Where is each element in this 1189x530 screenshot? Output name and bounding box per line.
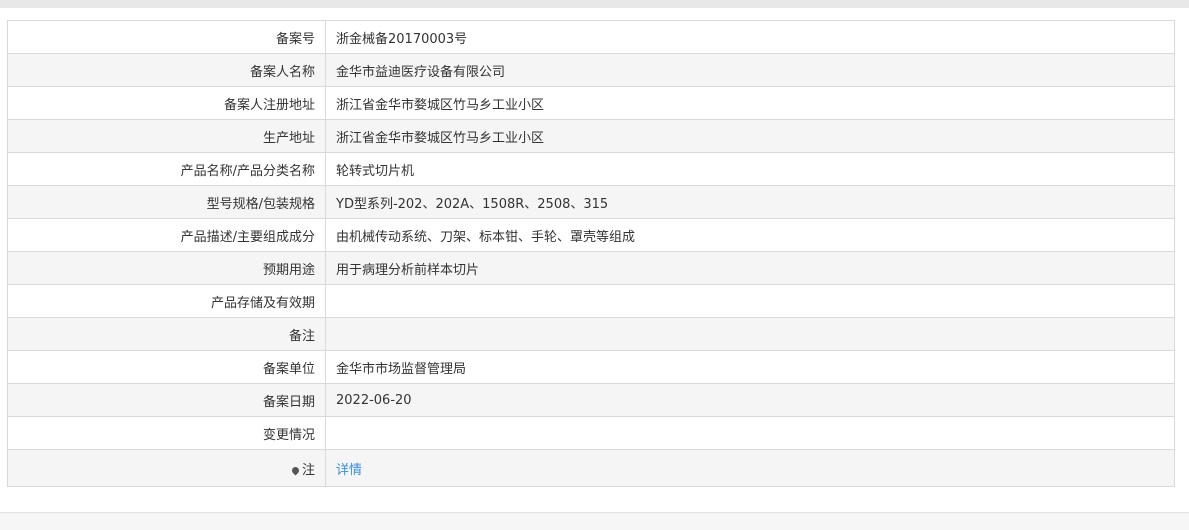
row-label: 产品名称/产品分类名称 xyxy=(7,152,326,186)
row-value: 浙江省金华市婺城区竹马乡工业小区 xyxy=(325,86,1175,120)
table-row: 备案人名称 金华市益迪医疗设备有限公司 xyxy=(7,53,1175,87)
row-value: 2022-06-20 xyxy=(325,383,1175,417)
row-label: 型号规格/包装规格 xyxy=(7,185,326,219)
table-row: 预期用途 用于病理分析前样本切片 xyxy=(7,251,1175,285)
pin-icon xyxy=(290,465,301,475)
table-row: 备案日期 2022-06-20 xyxy=(7,383,1175,417)
row-value: 用于病理分析前样本切片 xyxy=(325,251,1175,285)
row-label: 备注 xyxy=(7,317,326,351)
row-label: 备案号 xyxy=(7,20,326,54)
table-row: 产品名称/产品分类名称 轮转式切片机 xyxy=(7,152,1175,186)
row-label: 预期用途 xyxy=(7,251,326,285)
table-row: 变更情况 xyxy=(7,416,1175,450)
table-row: 备案单位 金华市市场监督管理局 xyxy=(7,350,1175,384)
row-label: 产品描述/主要组成成分 xyxy=(7,218,326,252)
note-label: 注 xyxy=(301,462,315,478)
row-value: YD型系列-202、202A、1508R、2508、315 xyxy=(325,185,1175,219)
row-value: 轮转式切片机 xyxy=(325,152,1175,186)
note-row: 注 详情 xyxy=(7,449,1175,487)
row-value xyxy=(325,317,1175,351)
row-value xyxy=(325,416,1175,450)
row-value: 浙江省金华市婺城区竹马乡工业小区 xyxy=(325,119,1175,153)
row-value: 金华市益迪医疗设备有限公司 xyxy=(325,53,1175,87)
table-row: 产品存储及有效期 xyxy=(7,284,1175,318)
row-label: 备案日期 xyxy=(7,383,326,417)
table-row: 生产地址 浙江省金华市婺城区竹马乡工业小区 xyxy=(7,119,1175,153)
row-label: 备案人注册地址 xyxy=(7,86,326,120)
note-label-cell: 注 xyxy=(7,449,326,487)
record-detail-table: 备案号 浙金械备20170003号 备案人名称 金华市益迪医疗设备有限公司 备案… xyxy=(7,20,1175,487)
table-row: 备案号 浙金械备20170003号 xyxy=(7,20,1175,54)
row-value xyxy=(325,284,1175,318)
row-value: 由机械传动系统、刀架、标本钳、手轮、罩壳等组成 xyxy=(325,218,1175,252)
row-label: 备案单位 xyxy=(7,350,326,384)
row-label: 产品存储及有效期 xyxy=(7,284,326,318)
row-value: 浙金械备20170003号 xyxy=(325,20,1175,54)
details-link[interactable]: 详情 xyxy=(336,463,362,478)
row-label: 备案人名称 xyxy=(7,53,326,87)
table-row: 产品描述/主要组成成分 由机械传动系统、刀架、标本钳、手轮、罩壳等组成 xyxy=(7,218,1175,252)
row-label: 变更情况 xyxy=(7,416,326,450)
row-label: 生产地址 xyxy=(7,119,326,153)
bottom-strip xyxy=(0,512,1189,530)
note-value-cell: 详情 xyxy=(325,449,1175,487)
table-row: 备案人注册地址 浙江省金华市婺城区竹马乡工业小区 xyxy=(7,86,1175,120)
top-strip xyxy=(0,0,1189,8)
table-row: 型号规格/包装规格 YD型系列-202、202A、1508R、2508、315 xyxy=(7,185,1175,219)
row-value: 金华市市场监督管理局 xyxy=(325,350,1175,384)
table-row: 备注 xyxy=(7,317,1175,351)
